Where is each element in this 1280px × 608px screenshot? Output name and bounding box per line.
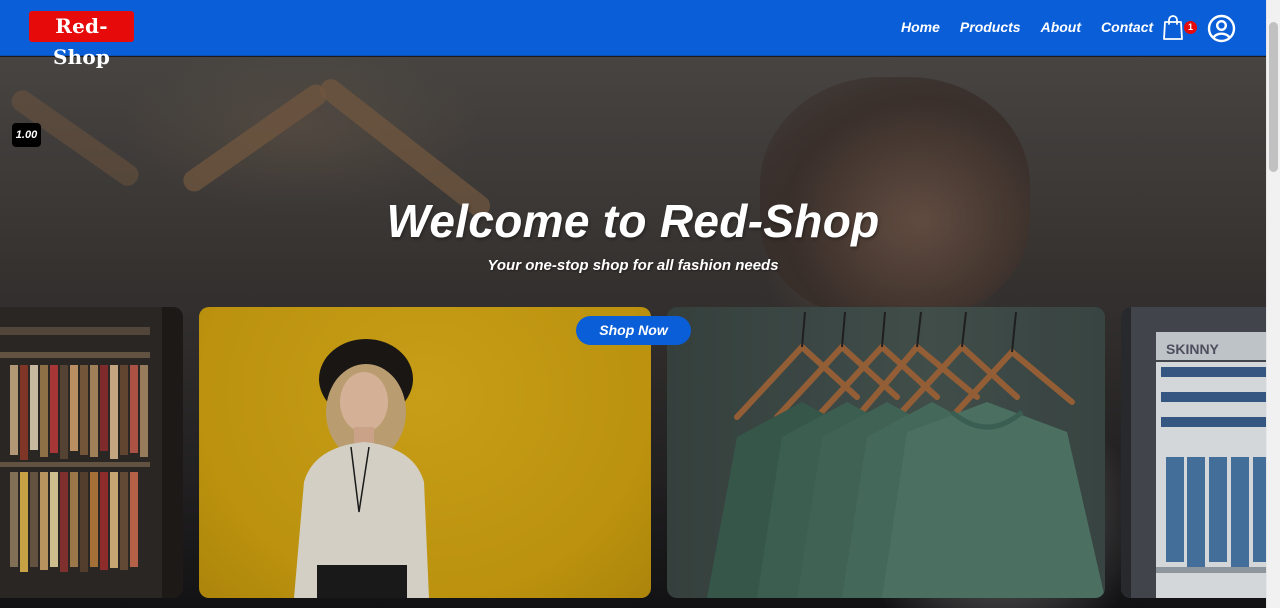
- carousel-card-woman-in-hat[interactable]: [199, 307, 651, 598]
- cart-count-badge: 1: [1184, 21, 1197, 34]
- user-circle-icon: [1207, 14, 1236, 43]
- page-scrollbar[interactable]: [1266, 0, 1280, 608]
- scrollbar-thumb[interactable]: [1269, 22, 1278, 172]
- nav-links: Home Products About Contact: [901, 19, 1153, 35]
- green-tshirts-image: [707, 311, 1105, 598]
- user-account-button[interactable]: [1207, 14, 1236, 43]
- carousel-card-green-tshirts[interactable]: [667, 307, 1105, 598]
- logo[interactable]: Red-Shop: [29, 11, 134, 69]
- nav-home-link[interactable]: Home: [901, 19, 940, 35]
- shopping-bag-icon: [1163, 15, 1183, 40]
- carousel-card-clothing-racks[interactable]: [0, 307, 183, 598]
- nav-contact-link[interactable]: Contact: [1101, 19, 1153, 35]
- hero-title: Welcome to Red-Shop: [386, 195, 880, 247]
- nav-about-link[interactable]: About: [1041, 19, 1081, 35]
- nav-products-link[interactable]: Products: [960, 19, 1021, 35]
- speed-badge: 1.00: [12, 123, 41, 147]
- woman-in-hat-image: [294, 339, 429, 598]
- background-hanger: [179, 80, 331, 196]
- navbar: Red-Shop Home Products About Contact 1: [0, 0, 1266, 69]
- skinny-jeans-image: SKINNY: [1121, 307, 1266, 598]
- clothing-rack-image: [0, 307, 183, 598]
- svg-text:SKINNY: SKINNY: [1166, 341, 1220, 357]
- shop-now-button[interactable]: Shop Now: [576, 316, 691, 345]
- carousel-card-skinny-jeans[interactable]: SKINNY: [1121, 307, 1266, 598]
- hero-subtitle: Your one-stop shop for all fashion needs: [487, 257, 779, 274]
- cart-button[interactable]: 1: [1161, 14, 1197, 42]
